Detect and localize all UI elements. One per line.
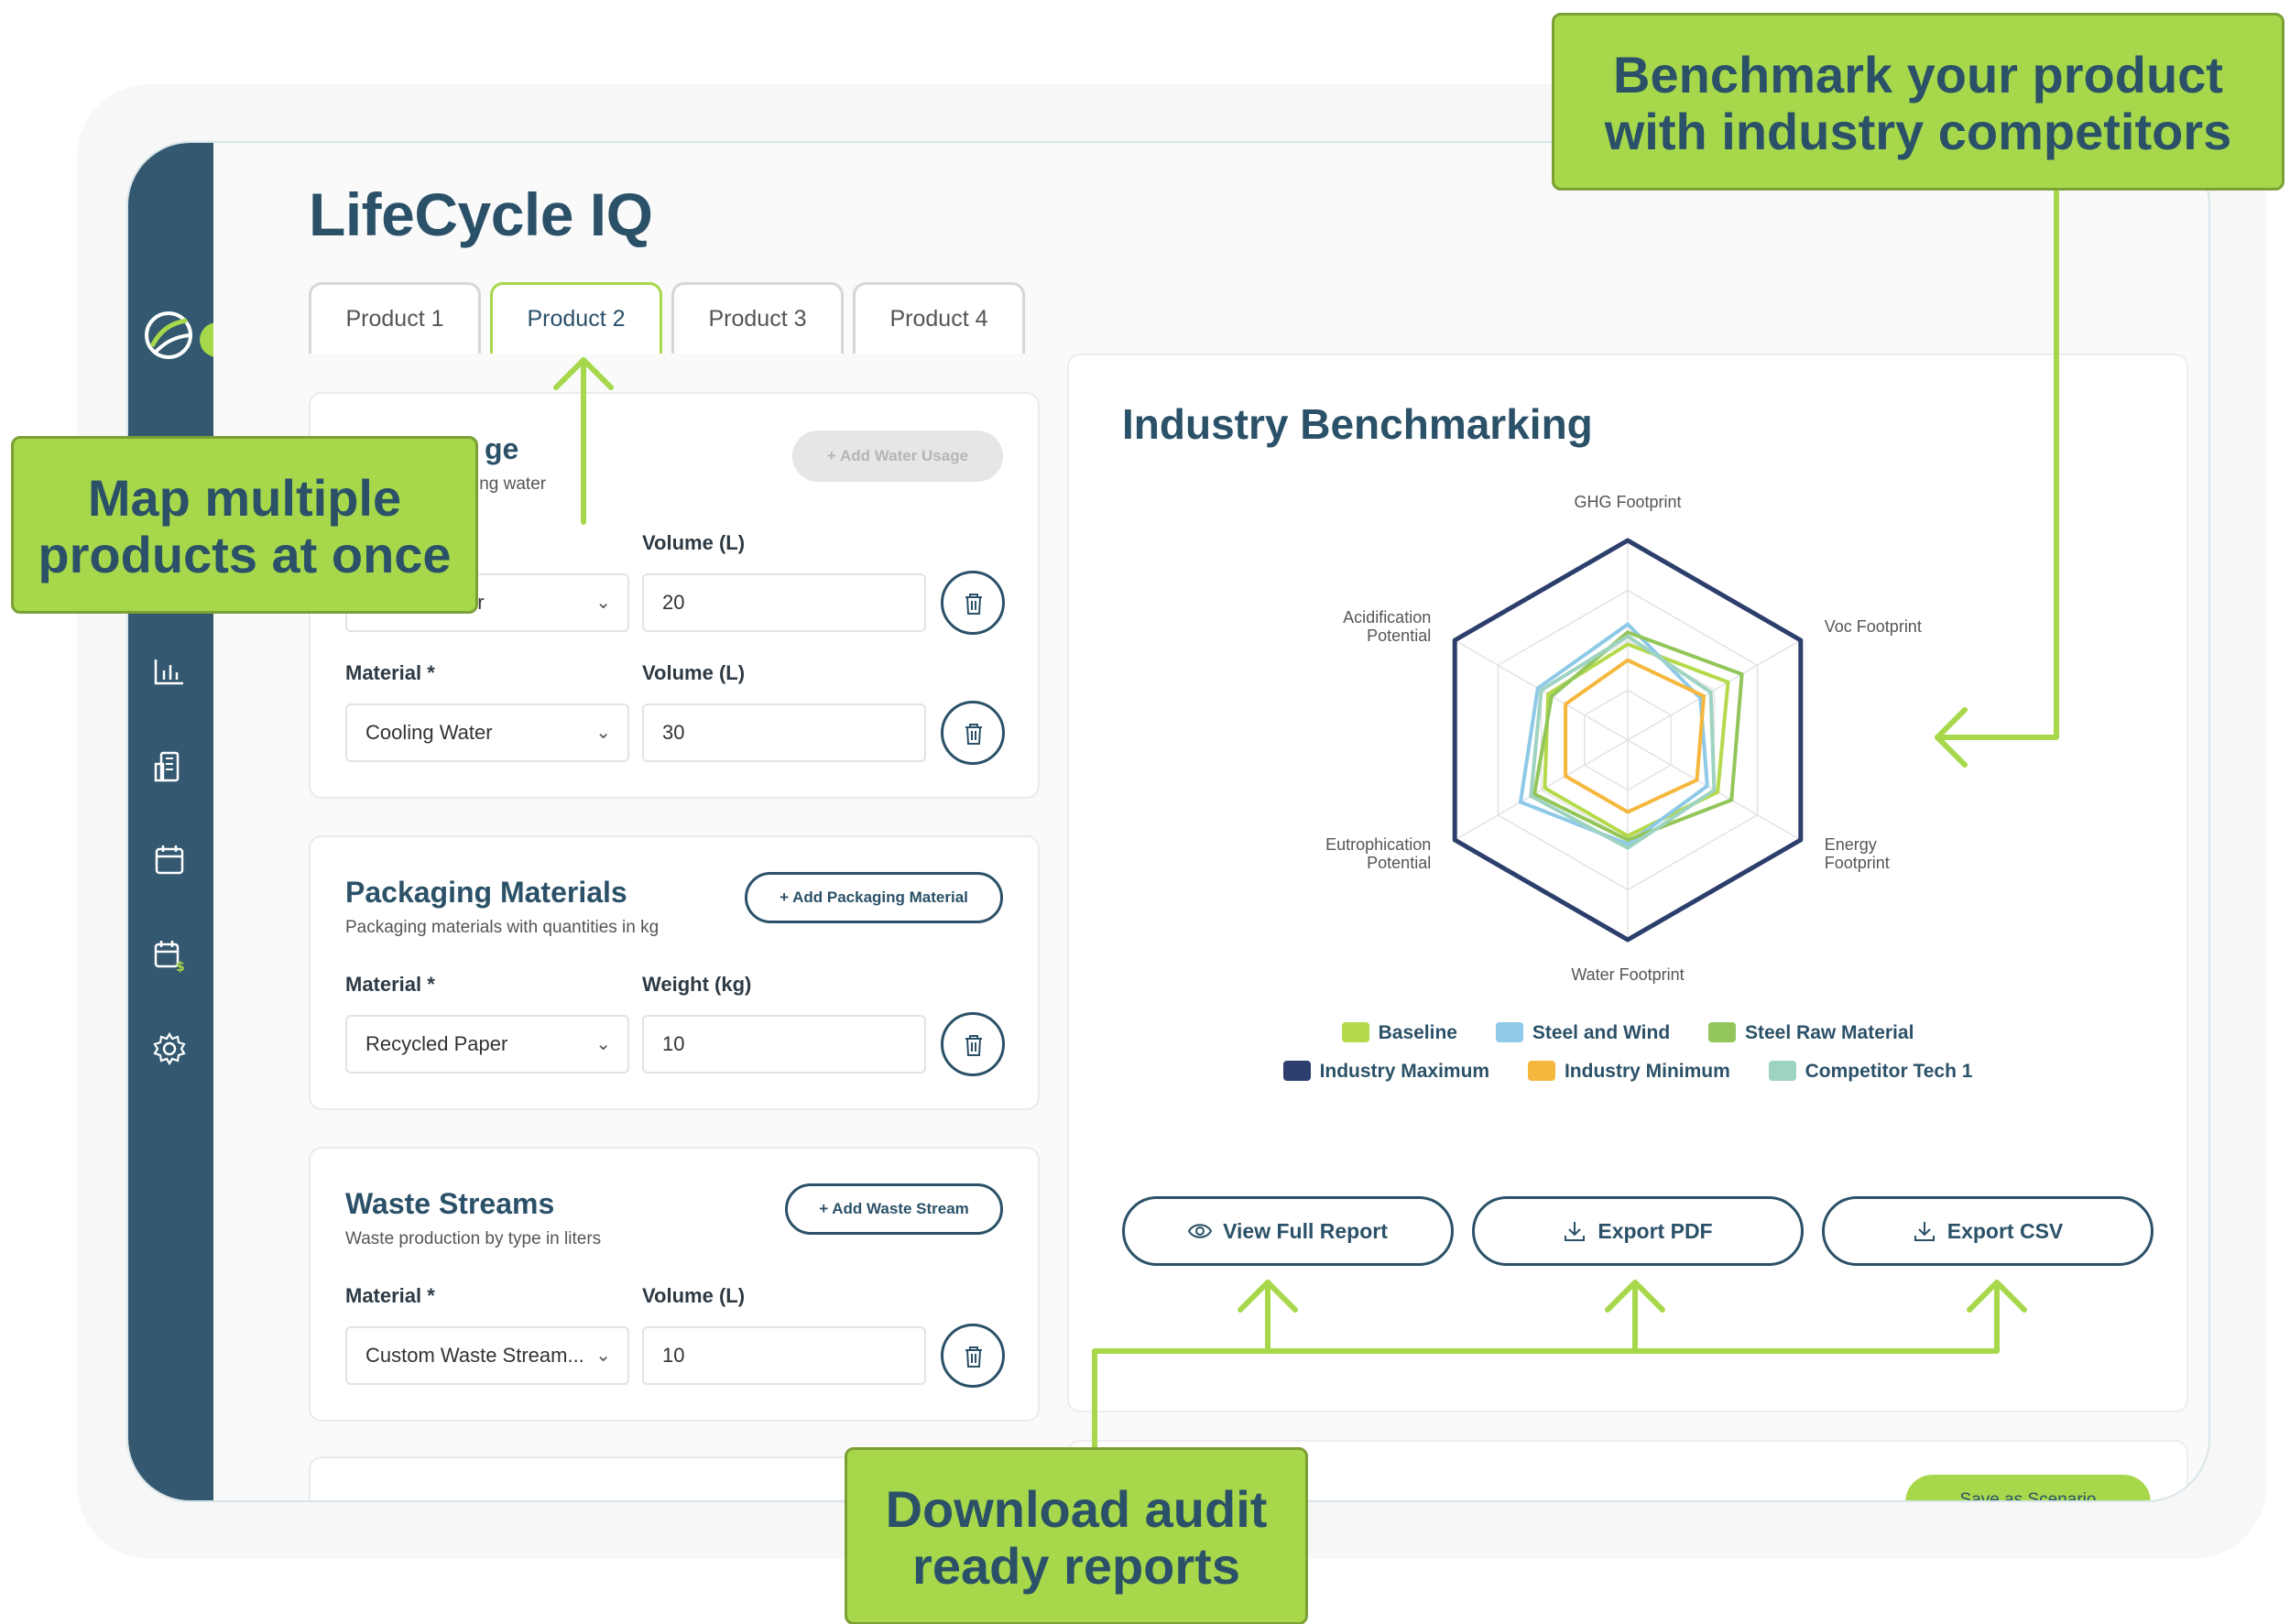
- legend-swatch: [1768, 1061, 1796, 1081]
- app-window: › $ LifeCycle IQ Product 1 Product 2 Pro…: [126, 141, 2210, 1502]
- legend-swatch: [1341, 1022, 1369, 1042]
- export-pdf-button[interactable]: Export PDF: [1472, 1196, 1804, 1266]
- view-full-report-button[interactable]: View Full Report: [1122, 1196, 1454, 1266]
- legend-item: Baseline: [1341, 1022, 1457, 1044]
- tab-product-2[interactable]: Product 2: [490, 282, 662, 354]
- trash-icon: [965, 724, 982, 745]
- gear-icon[interactable]: [150, 1030, 189, 1068]
- trash-icon: [965, 1035, 982, 1056]
- chevron-down-icon: ⌄: [595, 1034, 611, 1054]
- download-icon: [1565, 1222, 1586, 1241]
- chart-icon[interactable]: [150, 652, 189, 691]
- chevron-down-icon: ⌄: [595, 1346, 611, 1366]
- svg-text:$: $: [176, 960, 185, 975]
- tab-product-4[interactable]: Product 4: [853, 282, 1025, 354]
- add-waste-stream-button[interactable]: + Add Waste Stream: [785, 1183, 1003, 1235]
- trash-icon: [965, 594, 982, 615]
- delete-button[interactable]: [941, 701, 1005, 765]
- legend-item: Steel Raw Material: [1708, 1022, 1914, 1044]
- volume-input[interactable]: 10: [642, 1326, 926, 1385]
- add-water-usage-button[interactable]: + Add Water Usage: [792, 431, 1003, 482]
- page-title: LifeCycle IQ: [309, 180, 653, 248]
- waste-streams-subtitle: Waste production by type in liters: [345, 1229, 602, 1248]
- chevron-down-icon: ⌄: [595, 723, 611, 743]
- volume-label: Volume (L): [642, 1284, 746, 1307]
- delete-button[interactable]: [941, 1324, 1005, 1388]
- legend-swatch: [1527, 1061, 1555, 1081]
- packaging-card: Packaging Materials Packaging materials …: [309, 835, 1040, 1110]
- material-label: Material *: [345, 1284, 435, 1307]
- weight-label: Weight (kg): [642, 973, 752, 996]
- volume-label: Volume (L): [642, 661, 746, 684]
- chevron-down-icon: ⌄: [595, 593, 611, 613]
- save-as-scenario-button[interactable]: Save as Scenario: [1905, 1475, 2151, 1500]
- delete-button[interactable]: [941, 571, 1005, 635]
- radar-axis-label: Acidification Potential: [1343, 608, 1431, 645]
- legend-swatch: [1282, 1061, 1311, 1081]
- sidebar: › $: [128, 143, 234, 1500]
- main-content: LifeCycle IQ Product 1 Product 2 Product…: [213, 143, 2208, 1500]
- eye-icon: [1187, 1224, 1213, 1238]
- packaging-title: Packaging Materials: [345, 876, 627, 909]
- volume-label: Volume (L): [642, 531, 746, 554]
- waste-streams-title: Waste Streams: [345, 1187, 555, 1220]
- material-label: Material *: [345, 661, 435, 684]
- legend-item: Steel and Wind: [1495, 1022, 1670, 1044]
- legend-item: Industry Minimum: [1527, 1061, 1730, 1083]
- tab-product-1[interactable]: Product 1: [309, 282, 481, 354]
- material-select[interactable]: Custom Waste Stream... ⌄: [345, 1326, 629, 1385]
- legend-swatch: [1495, 1022, 1523, 1042]
- callout-map-products: Map multiple products at once: [11, 436, 478, 614]
- add-packaging-material-button[interactable]: + Add Packaging Material: [745, 872, 1003, 923]
- material-select[interactable]: Recycled Paper ⌄: [345, 1015, 629, 1074]
- volume-input[interactable]: 20: [642, 573, 926, 632]
- tab-product-3[interactable]: Product 3: [671, 282, 844, 354]
- trash-icon: [965, 1346, 982, 1368]
- export-csv-button[interactable]: Export CSV: [1822, 1196, 2154, 1266]
- building-icon[interactable]: [150, 747, 189, 786]
- benchmark-title: Industry Benchmarking: [1122, 400, 1593, 448]
- radar-axis-label: Voc Footprint: [1825, 617, 1922, 636]
- delete-button[interactable]: [941, 1012, 1005, 1076]
- volume-input[interactable]: 30: [642, 703, 926, 762]
- callout-download-reports: Download audit ready reports: [845, 1447, 1308, 1624]
- radar-axis-label: Energy Footprint: [1825, 835, 1890, 872]
- callout-benchmark: Benchmark your product with industry com…: [1552, 13, 2285, 191]
- download-icon: [1914, 1222, 1935, 1241]
- waste-streams-card: Waste Streams Waste production by type i…: [309, 1147, 1040, 1422]
- water-usage-title: ge: [485, 432, 519, 465]
- legend-item: Competitor Tech 1: [1768, 1061, 1972, 1083]
- radar-axis-label: GHG Footprint: [1574, 493, 1681, 511]
- app-logo-icon: [145, 311, 192, 359]
- radar-axis-label: Water Footprint: [1571, 965, 1684, 984]
- material-label: Material *: [345, 973, 435, 996]
- calendar-cost-icon[interactable]: $: [150, 936, 189, 975]
- weight-input[interactable]: 10: [642, 1015, 926, 1074]
- material-select[interactable]: Cooling Water ⌄: [345, 703, 629, 762]
- radar-axis-label: Eutrophication Potential: [1325, 835, 1431, 872]
- calendar-icon[interactable]: [150, 841, 189, 879]
- legend-swatch: [1708, 1022, 1736, 1042]
- radar-chart: GHG Footprint Voc Footprint Energy Footprin…: [1325, 493, 1922, 984]
- water-usage-subtitle: ing water: [475, 474, 547, 494]
- benchmark-panel: Industry Benchmarking GHG Footprint Voc F…: [1067, 354, 2188, 1412]
- legend-item: Industry Maximum: [1282, 1061, 1489, 1083]
- packaging-subtitle: Packaging materials with quantities in k…: [345, 918, 660, 937]
